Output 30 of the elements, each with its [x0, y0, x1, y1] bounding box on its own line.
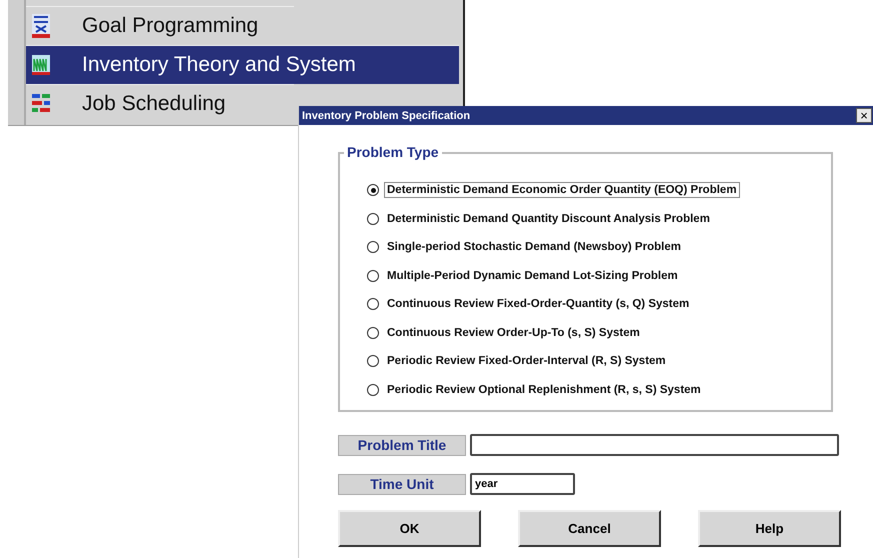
dialog-button[interactable]: Help [698, 510, 841, 547]
field-label: Time Unit [338, 474, 466, 494]
group-title: Problem Type [344, 144, 442, 160]
option-label[interactable]: Periodic Review Fixed-Order-Interval (R, S) System [384, 353, 669, 370]
option-label[interactable]: Deterministic Demand Economic Order Quantity (EOQ) Problem [384, 182, 740, 198]
field-label: Problem Title [338, 434, 466, 456]
radio-button[interactable] [367, 241, 379, 254]
chart-icon [32, 14, 50, 38]
radio-button[interactable] [367, 355, 379, 368]
option-label[interactable]: Periodic Review Optional Replenishment (R, s, S) System [384, 382, 704, 398]
option-label[interactable]: Continuous Review Fixed-Order-Quantity (s, Q) System [384, 296, 692, 312]
dialog-button[interactable]: Cancel [518, 510, 661, 547]
menu-item[interactable]: Inventory Theory and System [26, 45, 459, 84]
option-label[interactable]: Multiple-Period Dynamic Demand Lot-Sizing Problem [384, 268, 681, 284]
dialog-button[interactable]: OK [338, 510, 481, 547]
radio-button[interactable] [367, 384, 379, 396]
input-field[interactable] [470, 434, 839, 456]
window-title: Inventory Problem Specification [302, 110, 470, 122]
radio-button[interactable] [367, 212, 379, 225]
option-label[interactable]: Continuous Review Order-Up-To (s, S) System [384, 324, 643, 341]
radio-button[interactable] [367, 298, 379, 310]
radio-button[interactable] [367, 270, 379, 282]
option-label[interactable]: Single-period Stochastic Demand (Newsboy) Problem [384, 239, 684, 256]
option-label[interactable]: Deterministic Demand Quantity Discount Analysis Problem [384, 210, 713, 227]
menu-item[interactable]: Job Scheduling [26, 84, 294, 123]
close-button[interactable]: × [856, 108, 872, 123]
radio-button[interactable] [367, 326, 379, 339]
input-field[interactable]: year [470, 473, 575, 495]
radio-button[interactable] [367, 184, 379, 196]
chart-icon [32, 53, 50, 77]
